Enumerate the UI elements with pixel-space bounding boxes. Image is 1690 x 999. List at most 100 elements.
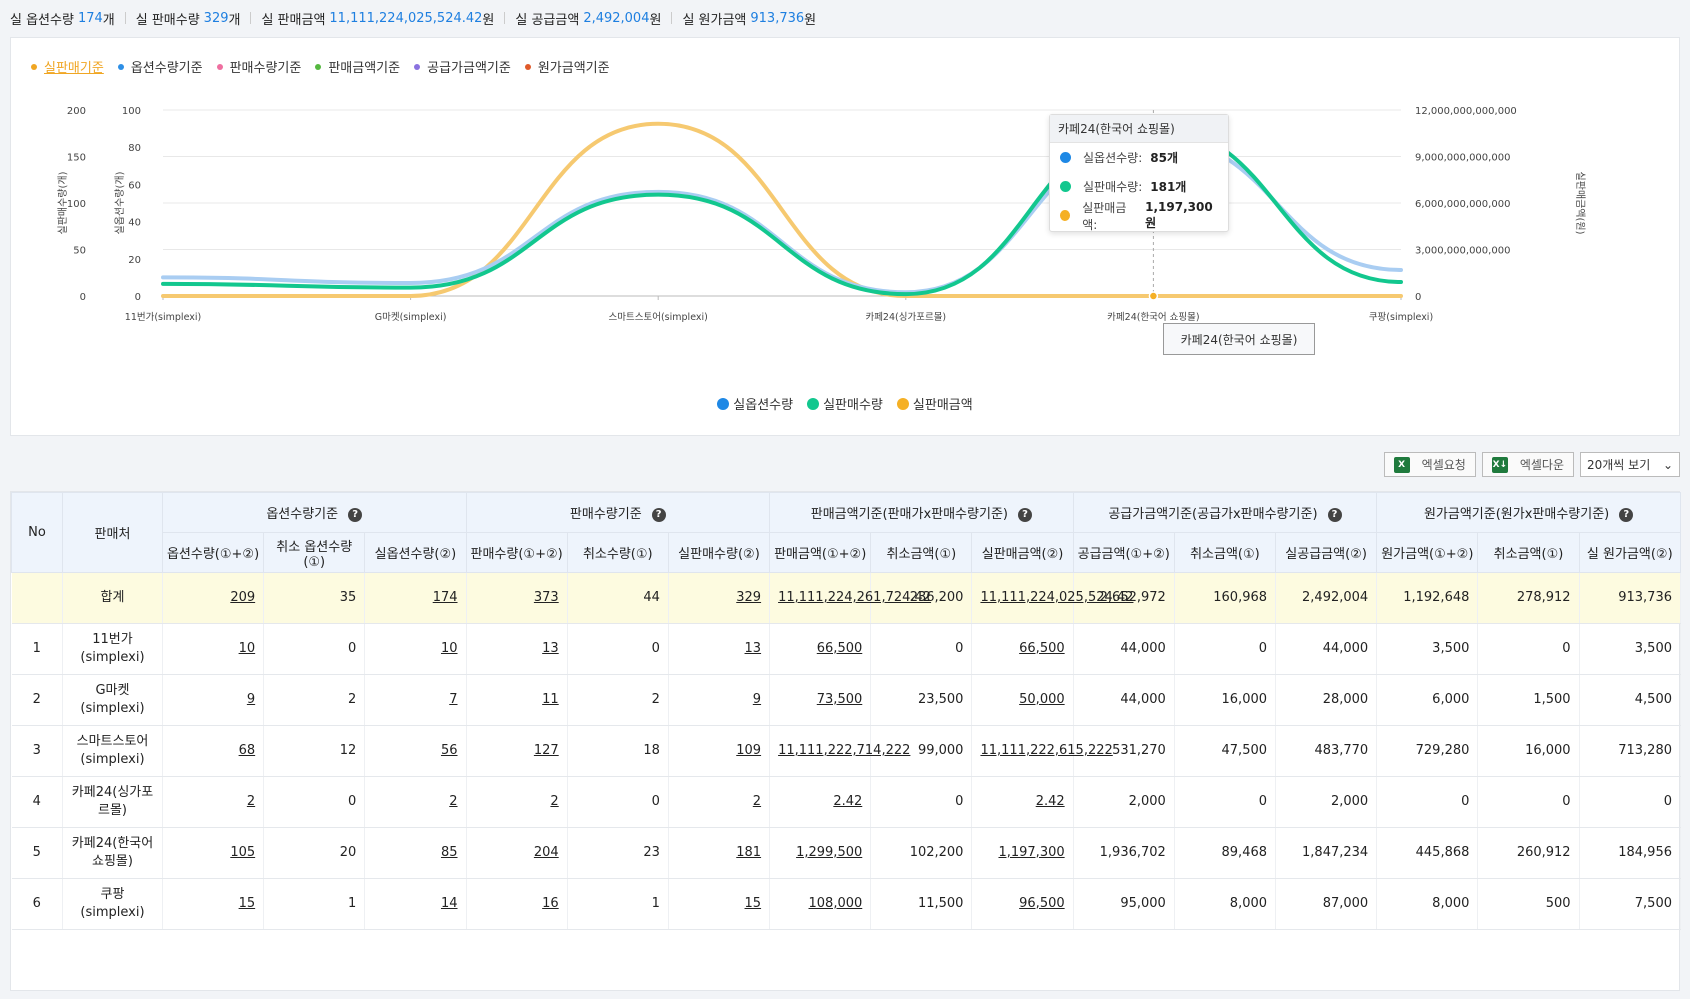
cell-link[interactable]: 13 — [542, 641, 559, 656]
cell-link[interactable]: 2 — [449, 794, 457, 809]
legend-item[interactable]: 실판매수량 — [807, 394, 883, 413]
cell-link[interactable]: 10 — [239, 641, 256, 656]
help-icon[interactable]: ? — [1327, 507, 1342, 522]
cell-link[interactable]: 11,111,224,261,724.42 — [778, 590, 931, 605]
cell-link[interactable]: 13 — [745, 641, 762, 656]
cell-link[interactable]: 10 — [441, 641, 458, 656]
cell-no: 1 — [11, 623, 64, 675]
legend-item[interactable]: 실옵션수량 — [717, 394, 793, 413]
cell-link[interactable]: 96,500 — [1019, 896, 1065, 911]
cell-link[interactable]: 1,299,500 — [796, 845, 862, 860]
cell-link[interactable]: 14 — [441, 896, 458, 911]
cell-link[interactable]: 85 — [441, 845, 458, 860]
cell-value: 913,736 — [1579, 572, 1682, 624]
x-tick-label: 카페24(싱가포르몰) — [865, 312, 946, 323]
summary-value: 11,111,224,025,524.42 — [329, 10, 483, 26]
cell-link[interactable]: 2.42 — [833, 794, 862, 809]
cell-link[interactable]: 7 — [449, 692, 457, 707]
cell-value: 10 — [162, 623, 265, 675]
cell-value: 0 — [567, 776, 669, 828]
help-icon[interactable]: ? — [1017, 507, 1032, 522]
excel-icon: X — [1393, 456, 1410, 473]
col-header: 원가금액(①+②) — [1376, 532, 1479, 573]
cell-value: 8,000 — [1174, 878, 1277, 930]
summary-item: 실 공급금액 2,492,004 원 — [515, 9, 661, 28]
cell-link[interactable]: 2 — [550, 794, 558, 809]
cell-link[interactable]: 15 — [239, 896, 256, 911]
chart-panel: 실판매기준 옵션수량기준 판매수량기준 판매금액기준 공급가금액기준 원가금액기준 11번… — [10, 37, 1680, 436]
cell-link[interactable]: 204 — [534, 845, 559, 860]
cell-link[interactable]: 9 — [753, 692, 761, 707]
line-chart: 11번가(simplexi) G마켓(simplexi) 스마트스토어(simple… — [57, 106, 1586, 323]
legend-item[interactable]: 실판매금액 — [896, 394, 973, 413]
cell-value: 11,111,224,025,524.42 — [971, 572, 1133, 624]
right-axis-tick-label: 9,000,000,000,000 — [1415, 153, 1510, 164]
cell-link[interactable]: 127 — [534, 743, 559, 758]
cell-link[interactable]: 181 — [736, 845, 761, 860]
cell-value: 66,500 — [971, 623, 1074, 675]
cell-link[interactable]: 66,500 — [1019, 641, 1065, 656]
cell-link[interactable]: 16 — [542, 896, 559, 911]
col-header: 취소금액(①) — [870, 532, 973, 573]
right-axis-tick-label: 6,000,000,000,000 — [1415, 199, 1510, 210]
cell-link[interactable]: 66,500 — [817, 641, 863, 656]
cell-value: 73,500 — [769, 674, 872, 726]
cell-link[interactable]: 68 — [239, 743, 256, 758]
cell-link[interactable]: 73,500 — [817, 692, 863, 707]
legend-label: 실옵션수량 — [733, 398, 794, 413]
page-size-value: 20개씩 보기 — [1587, 458, 1651, 472]
cell-no — [11, 572, 64, 624]
cell-value: 9 — [668, 674, 771, 726]
cell-value: 9 — [162, 674, 265, 726]
page-size-select[interactable]: 20개씩 보기 ⌄ — [1580, 452, 1680, 477]
right-axis-title: 실판매금액(원) — [1574, 171, 1586, 234]
summary-bar: 실 옵션수량 174 개 실 판매수량 329 개 실 판매금액 11,111,224,025… — [10, 8, 816, 28]
x-tick-label: G마켓(simplexi) — [375, 312, 447, 323]
summary-value: 913,736 — [750, 10, 805, 26]
cell-value: 95,000 — [1073, 878, 1175, 930]
cell-value: 729,280 — [1376, 725, 1479, 777]
help-icon[interactable]: ? — [651, 507, 666, 522]
help-icon[interactable]: ? — [1619, 507, 1634, 522]
cell-link[interactable]: 109 — [736, 743, 761, 758]
cell-link[interactable]: 15 — [745, 896, 762, 911]
cell-link[interactable]: 11,111,222,714,222 — [778, 743, 910, 758]
cell-link[interactable]: 2 — [247, 794, 255, 809]
cell-link[interactable]: 11,111,222,615,222 — [980, 743, 1112, 758]
cell-link[interactable]: 1,197,300 — [998, 845, 1064, 860]
highlight-point-amount — [1148, 291, 1159, 301]
cell-value: 0 — [1477, 776, 1580, 828]
cell-link[interactable]: 373 — [534, 590, 559, 605]
cell-value: 2,000 — [1275, 776, 1378, 828]
cell-link[interactable]: 105 — [230, 845, 255, 860]
cell-link[interactable]: 2.42 — [1036, 794, 1065, 809]
cell-value: 181 — [668, 827, 771, 879]
cell-link[interactable]: 9 — [247, 692, 255, 707]
legend-dot-icon — [896, 397, 909, 410]
cell-value: 89,468 — [1174, 827, 1277, 879]
summary-item: 실 판매수량 329 개 — [136, 9, 241, 28]
col-header: 취소 옵션수량(①) — [263, 532, 366, 573]
cell-value: 87,000 — [1275, 878, 1378, 930]
excel-request-button[interactable]: X 엑셀요청 — [1383, 452, 1476, 477]
summary-unit: 원 — [482, 12, 495, 28]
cell-value: 500 — [1477, 878, 1580, 930]
cell-link[interactable]: 209 — [230, 590, 255, 605]
cell-link[interactable]: 50,000 — [1019, 692, 1065, 707]
cell-link[interactable]: 174 — [433, 590, 458, 605]
cell-link[interactable]: 56 — [441, 743, 458, 758]
cell-link[interactable]: 2 — [753, 794, 761, 809]
cell-value: 174 — [364, 572, 467, 624]
cell-link[interactable]: 329 — [736, 590, 761, 605]
col-header: 취소수량(①) — [566, 532, 669, 573]
cell-link[interactable]: 108,000 — [809, 896, 863, 911]
summary-separator — [250, 12, 252, 24]
tooltip-dot-icon — [1060, 152, 1071, 163]
cell-value: 35 — [263, 572, 366, 624]
cell-no: 4 — [11, 776, 64, 828]
help-icon[interactable]: ? — [348, 507, 363, 522]
cell-value: 7 — [364, 674, 467, 726]
cell-link[interactable]: 11 — [542, 692, 559, 707]
cell-value: 44,000 — [1073, 623, 1175, 675]
excel-download-button[interactable]: X↓ 엑셀다운 — [1481, 452, 1574, 477]
